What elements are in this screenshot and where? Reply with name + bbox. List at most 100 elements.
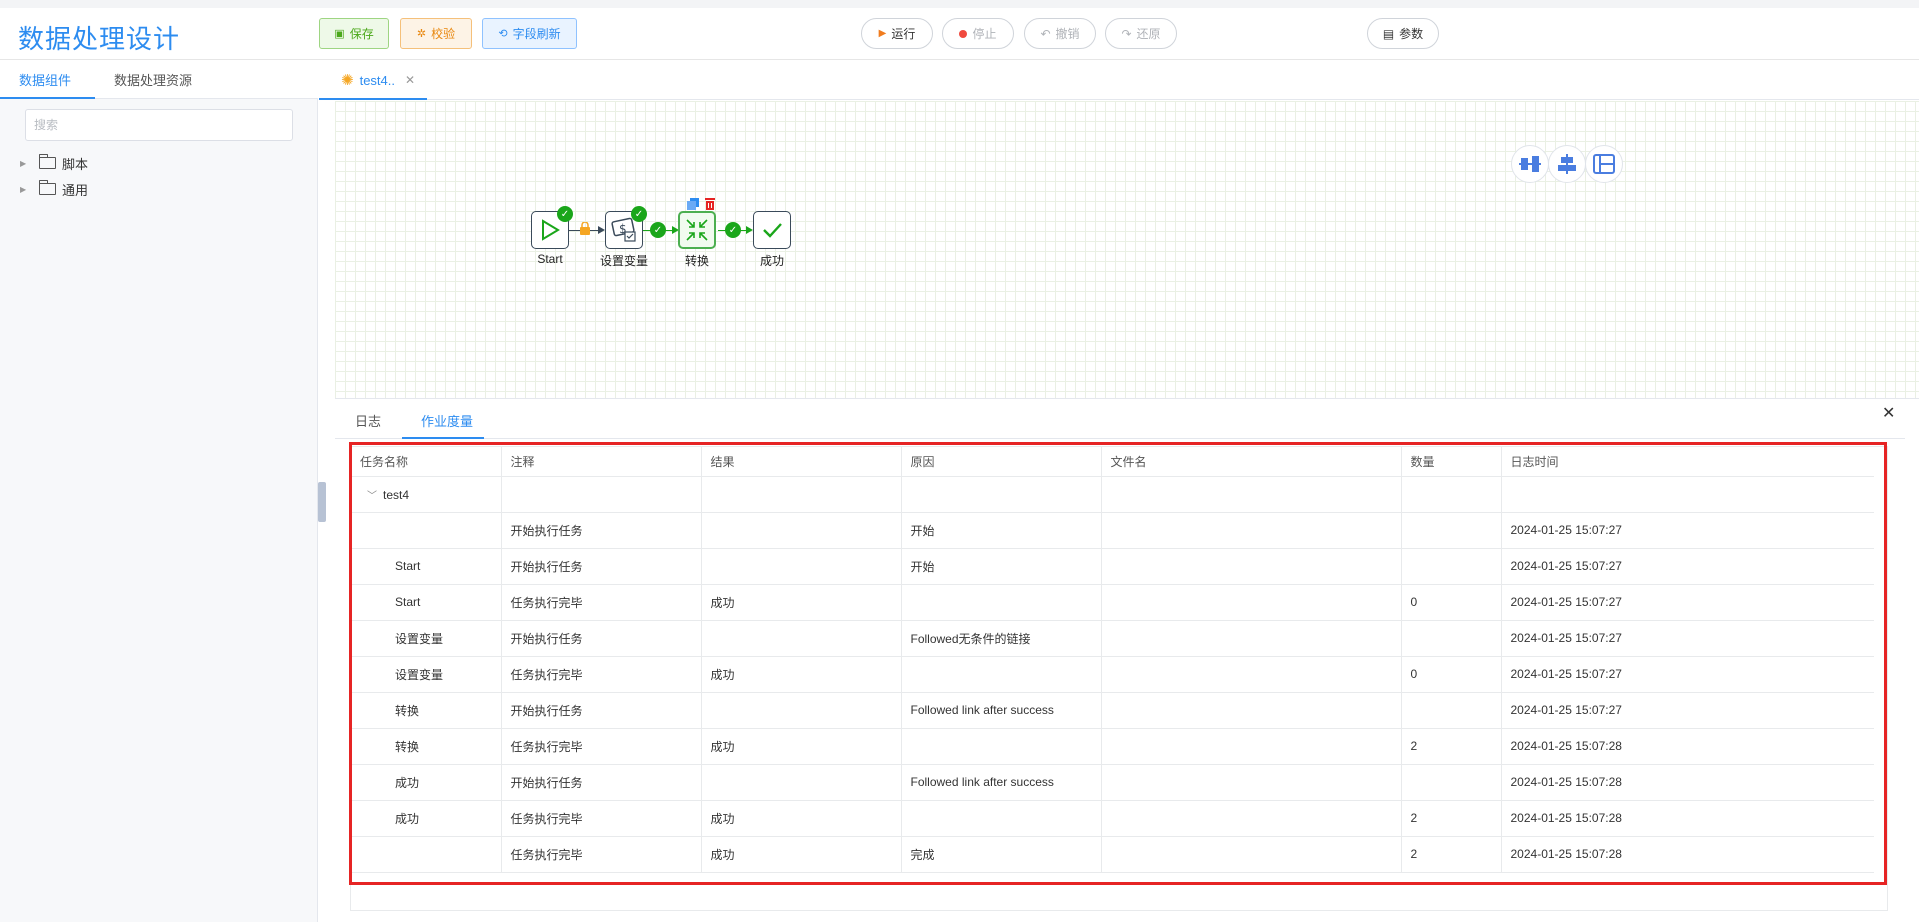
table-row[interactable]: Start 开始执行任务 开始 2024-01-25 15:07:27 (351, 548, 1874, 585)
table-cell (351, 512, 502, 549)
table-row[interactable]: 开始执行任务 开始 2024-01-25 15:07:27 (351, 512, 1874, 549)
redo-icon: ↷ (1121, 26, 1132, 41)
active-tab-underline (402, 437, 484, 439)
table-cell: 任务执行完毕 (501, 836, 702, 873)
align-horizontal-icon (1519, 156, 1541, 172)
table-row[interactable]: Start 任务执行完毕 成功 0 2024-01-25 15:07:27 (351, 584, 1874, 621)
save-button[interactable]: ▣ 保存 (319, 18, 389, 49)
table-cell: 成功 (701, 836, 902, 873)
table-cell: 成功 (351, 764, 502, 801)
table-group-row[interactable]: ﹀ test4 (351, 476, 1874, 513)
table-cell: 开始执行任务 (501, 512, 702, 549)
table-cell (1401, 764, 1502, 801)
table-cell: 开始执行任务 (501, 548, 702, 585)
close-icon[interactable]: ✕ (405, 73, 415, 87)
top-header: 数据处理设计 ▣ 保存 ✲ 校验 ⟲ 字段刷新 ▶ 运行 停止 ↶ 撤销 ↷ 还原 ▤ 参数 (0, 0, 1919, 60)
search-input[interactable] (25, 109, 293, 141)
table-cell (1101, 656, 1402, 693)
save-icon: ▣ (334, 28, 345, 40)
params-button[interactable]: ▤ 参数 (1367, 18, 1439, 49)
tree-item-general[interactable]: ▶ 通用 (20, 179, 88, 199)
table-cell: 2024-01-25 15:07:28 (1501, 764, 1874, 801)
table-cell: 成功 (701, 728, 902, 765)
align-vertical-button[interactable] (1548, 145, 1586, 183)
table-row[interactable]: 设置变量 开始执行任务 Followed无条件的链接 2024-01-25 15:07… (351, 620, 1874, 657)
layout-button[interactable] (1585, 145, 1623, 183)
left-panel: 数据组件 数据处理资源 ▶ 脚本 ▶ 通用 (0, 60, 318, 922)
table-cell: Start (351, 548, 502, 585)
hop-arrow (746, 226, 753, 234)
column-header[interactable]: 注释 (501, 447, 702, 477)
copy-icon[interactable] (687, 198, 699, 210)
table-cell: 2024-01-25 15:07:27 (1501, 512, 1874, 549)
table-cell: 2024-01-25 15:07:27 (1501, 584, 1874, 621)
node-success[interactable] (753, 211, 791, 249)
refresh-icon: ⟲ (498, 28, 508, 40)
table-cell: 成功 (701, 800, 902, 837)
tab-log[interactable]: 日志 (355, 411, 381, 430)
node-transform[interactable] (678, 211, 716, 249)
editor-tabs: ✺ test4.. ✕ (319, 60, 1919, 100)
delete-icon[interactable] (704, 197, 716, 210)
check-button[interactable]: ✲ 校验 (400, 18, 472, 49)
undo-button[interactable]: ↶ 撤销 (1024, 18, 1096, 49)
tab-job-metrics[interactable]: 作业度量 (421, 411, 473, 430)
tab-data-components[interactable]: 数据组件 (19, 70, 71, 89)
table-row[interactable]: 成功 任务执行完毕 成功 2 2024-01-25 15:07:28 (351, 800, 1874, 837)
tab-data-resources[interactable]: 数据处理资源 (114, 70, 192, 89)
table-cell (901, 584, 1102, 621)
table-row[interactable]: 任务执行完毕 成功 完成 2 2024-01-25 15:07:28 (351, 836, 1874, 873)
table-cell: 2024-01-25 15:07:27 (1501, 548, 1874, 585)
table-cell (901, 656, 1102, 693)
column-header[interactable]: 结果 (701, 447, 902, 477)
table-cell (1101, 584, 1402, 621)
tree-item-scripts[interactable]: ▶ 脚本 (20, 153, 88, 173)
app-title: 数据处理设计 (18, 24, 181, 54)
table-cell (1101, 800, 1402, 837)
table-cell: 完成 (901, 836, 1102, 873)
table-cell: 开始 (901, 548, 1102, 585)
collapse-left-handle[interactable] (318, 482, 326, 522)
align-horizontal-button[interactable] (1511, 145, 1549, 183)
table-cell (351, 836, 502, 873)
table-cell (701, 764, 902, 801)
table-cell (701, 692, 902, 729)
align-vertical-icon (1558, 154, 1576, 174)
table-cell: 开始执行任务 (501, 620, 702, 657)
node-label-set-variable: 设置变量 (599, 254, 649, 268)
table-cell: 成功 (351, 800, 502, 837)
chevron-down-icon[interactable]: ﹀ (367, 491, 377, 502)
table-row[interactable]: 转换 任务执行完毕 成功 2 2024-01-25 15:07:28 (351, 728, 1874, 765)
column-header[interactable]: 任务名称 (351, 447, 502, 477)
table-cell (1101, 836, 1402, 873)
close-icon[interactable]: ✕ (1882, 403, 1895, 423)
tab-test4[interactable]: ✺ test4.. ✕ (341, 71, 415, 89)
table-row[interactable]: 转换 开始执行任务 Followed link after success 2024-… (351, 692, 1874, 729)
table-row[interactable]: 设置变量 任务执行完毕 成功 0 2024-01-25 15:07:27 (351, 656, 1874, 693)
column-header[interactable]: 数量 (1401, 447, 1502, 477)
run-button[interactable]: ▶ 运行 (861, 18, 933, 49)
table-cell: 2 (1401, 800, 1502, 837)
redo-button[interactable]: ↷ 还原 (1105, 18, 1177, 49)
caret-right-icon[interactable]: ▶ (20, 159, 39, 168)
stop-button[interactable]: 停止 (942, 18, 1014, 49)
table-cell: 2024-01-25 15:07:28 (1501, 728, 1874, 765)
workflow-canvas[interactable]: ✓ Start $ ✓ 设置变量 ✓ 转换 ✓ 成功 (335, 101, 1919, 399)
caret-right-icon[interactable]: ▶ (20, 185, 39, 194)
table-cell: Followed无条件的链接 (901, 620, 1102, 657)
table-cell: 开始执行任务 (501, 692, 702, 729)
success-check-icon: ✓ (650, 222, 666, 238)
checkmark-icon (763, 223, 782, 238)
table-cell (701, 548, 902, 585)
table-cell: 任务执行完毕 (501, 584, 702, 621)
table-row[interactable]: 成功 开始执行任务 Followed link after success 2024-… (351, 764, 1874, 801)
column-header[interactable]: 原因 (901, 447, 1102, 477)
column-header[interactable]: 文件名 (1101, 447, 1402, 477)
table-cell (1401, 548, 1502, 585)
play-icon: ▶ (878, 28, 887, 39)
table-cell: 0 (1401, 584, 1502, 621)
field-refresh-button[interactable]: ⟲ 字段刷新 (482, 18, 577, 49)
column-header[interactable]: 日志时间 (1501, 447, 1874, 477)
folder-icon (38, 180, 56, 195)
table-cell (701, 512, 902, 549)
